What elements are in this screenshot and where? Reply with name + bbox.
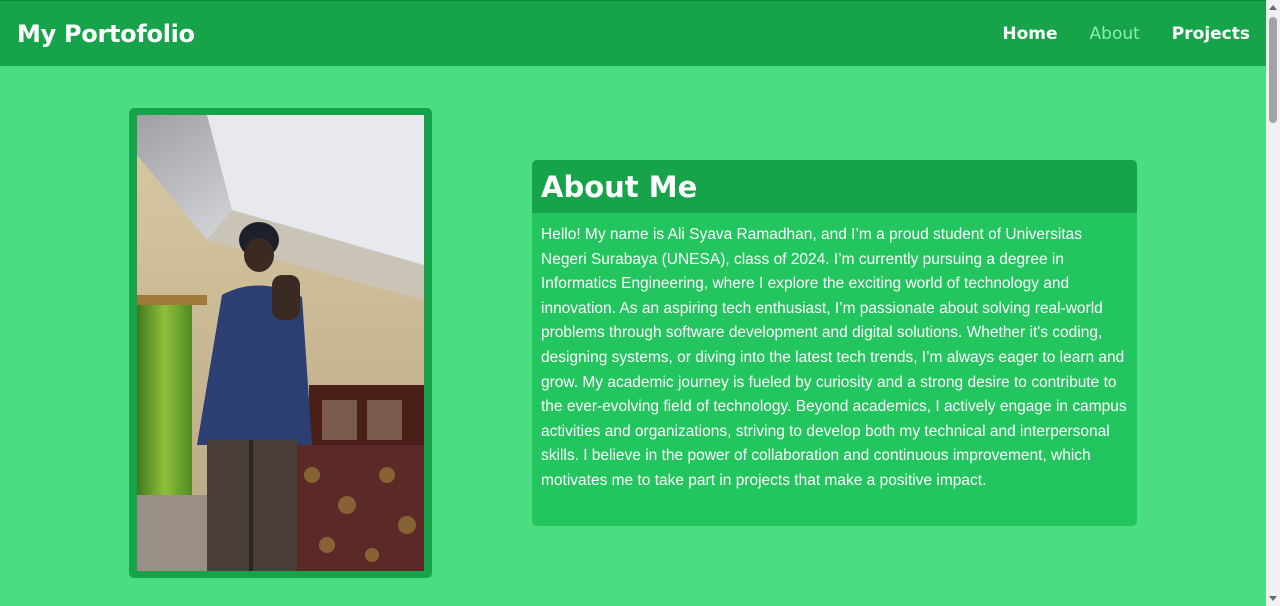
about-title: About Me bbox=[541, 170, 698, 204]
page: My Portofolio Home About Projects About … bbox=[0, 0, 1280, 606]
scrollbar-thumb[interactable] bbox=[1269, 17, 1277, 123]
navbar: My Portofolio Home About Projects bbox=[0, 0, 1266, 66]
nav-link-projects[interactable]: Projects bbox=[1172, 24, 1250, 44]
brand-title[interactable]: My Portofolio bbox=[17, 20, 195, 48]
about-header: About Me bbox=[532, 160, 1137, 213]
profile-photo bbox=[137, 115, 424, 571]
nav-link-home[interactable]: Home bbox=[1002, 24, 1057, 44]
profile-photo-frame bbox=[129, 108, 432, 578]
scroll-down-icon[interactable] bbox=[1269, 596, 1277, 601]
nav-links: Home About Projects bbox=[1002, 24, 1250, 44]
scroll-up-icon[interactable] bbox=[1269, 5, 1277, 10]
vertical-scrollbar[interactable] bbox=[1266, 0, 1280, 606]
about-paragraph: Hello! My name is Ali Syava Ramadhan, an… bbox=[541, 226, 1127, 489]
about-card: About Me Hello! My name is Ali Syava Ram… bbox=[532, 160, 1137, 526]
nav-link-about[interactable]: About bbox=[1090, 24, 1140, 44]
